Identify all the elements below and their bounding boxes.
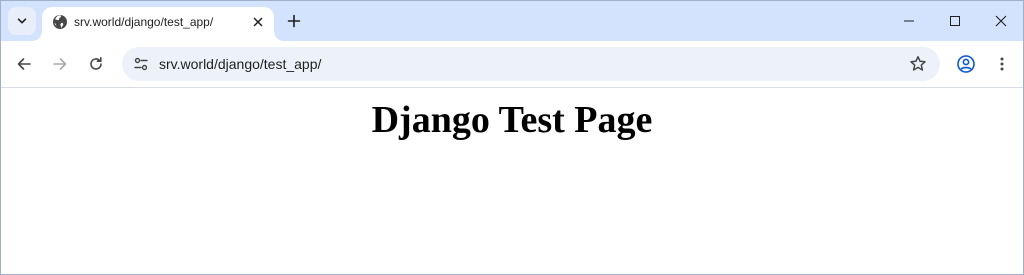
maximize-icon [950, 16, 960, 26]
reload-icon [90, 57, 102, 70]
account-icon [957, 55, 975, 73]
tab-title: srv.world/django/test_app/ [74, 15, 214, 29]
site-info-button[interactable] [127, 50, 155, 78]
bookmark-button[interactable] [904, 50, 932, 78]
maximize-button[interactable] [932, 1, 978, 41]
close-icon [253, 17, 263, 27]
menu-button[interactable] [986, 48, 1018, 80]
url-text[interactable]: srv.world/django/test_app/ [159, 56, 321, 72]
tune-icon [134, 57, 148, 71]
profile-button[interactable] [950, 48, 982, 80]
plus-icon [287, 14, 301, 28]
forward-button[interactable] [44, 48, 76, 80]
page-heading: Django Test Page [371, 99, 653, 141]
browser-window: srv.world/django/test_app/ srv.world/dja… [0, 0, 1024, 275]
new-tab-button[interactable] [282, 9, 306, 33]
tab-close-button[interactable] [249, 13, 267, 31]
tab-strip: srv.world/django/test_app/ [1, 1, 1023, 41]
arrow-right-icon [53, 58, 67, 70]
minimize-button[interactable] [886, 1, 932, 41]
browser-toolbar: srv.world/django/test_app/ [1, 41, 1023, 87]
close-window-button[interactable] [978, 1, 1023, 41]
kebab-menu-icon [1000, 57, 1004, 71]
reload-button[interactable] [80, 48, 112, 80]
page-content: Django Test Page [1, 88, 1023, 274]
arrow-left-icon [17, 58, 31, 70]
chevron-down-icon [17, 18, 27, 24]
globe-icon [53, 15, 67, 29]
browser-tab[interactable]: srv.world/django/test_app/ [42, 7, 274, 41]
address-bar[interactable]: srv.world/django/test_app/ [122, 47, 940, 81]
minimize-icon [904, 20, 914, 22]
back-button[interactable] [8, 48, 40, 80]
close-icon [995, 15, 1007, 27]
star-icon [910, 56, 926, 71]
